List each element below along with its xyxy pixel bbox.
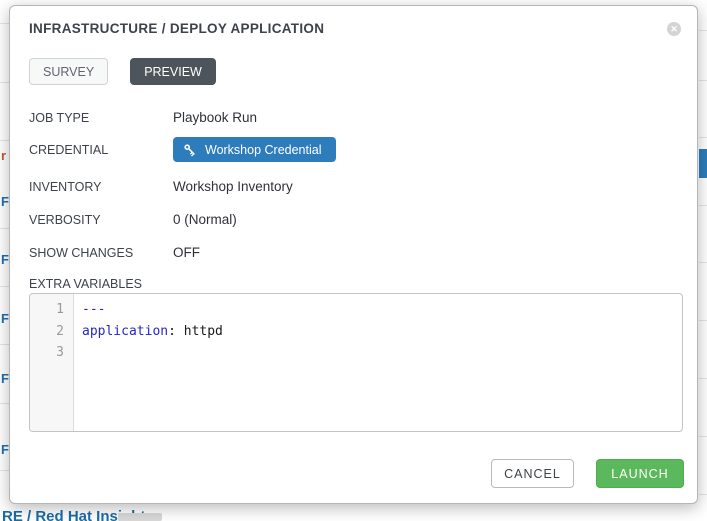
job-type-label: JOB TYPE — [29, 111, 173, 125]
line-number: 2 — [30, 321, 73, 343]
line-number: 1 — [30, 299, 73, 321]
credential-badge[interactable]: Workshop Credential — [173, 137, 336, 162]
credential-label: CREDENTIAL — [29, 143, 173, 157]
editor-line-number-gutter: 1 2 3 — [30, 294, 74, 431]
key-icon — [183, 143, 197, 157]
code-line — [82, 342, 682, 364]
background-text-fragment: F — [1, 442, 9, 457]
background-text-fragment: F — [1, 252, 9, 267]
background-text-fragment: F — [1, 311, 9, 326]
field-row-verbosity: VERBOSITY 0 (Normal) — [29, 212, 678, 227]
tab-survey[interactable]: SURVEY — [29, 58, 108, 85]
inventory-value: Workshop Inventory — [173, 179, 293, 194]
show-changes-value: OFF — [173, 245, 200, 260]
field-row-credential: CREDENTIAL Workshop Credential — [29, 137, 678, 162]
yaml-doc-start-token: --- — [82, 302, 105, 317]
deploy-application-modal: INFRASTRUCTURE / DEPLOY APPLICATION ✕ SU… — [9, 5, 698, 504]
code-line: application: httpd — [82, 321, 682, 343]
modal-title: INFRASTRUCTURE / DEPLOY APPLICATION — [29, 21, 324, 36]
verbosity-label: VERBOSITY — [29, 213, 173, 227]
background-text-fragment: r — [1, 148, 6, 163]
cancel-button[interactable]: CANCEL — [491, 459, 574, 488]
field-row-inventory: INVENTORY Workshop Inventory — [29, 179, 678, 194]
launch-button[interactable]: LAUNCH — [596, 459, 684, 488]
verbosity-value: 0 (Normal) — [173, 212, 237, 227]
credential-badge-label: Workshop Credential — [205, 143, 322, 157]
code-line: --- — [82, 299, 682, 321]
field-row-job-type: JOB TYPE Playbook Run — [29, 110, 678, 125]
yaml-key-token: application — [82, 324, 168, 339]
background-right-edge — [699, 0, 707, 521]
background-blue-element — [699, 149, 707, 178]
line-number: 3 — [30, 342, 73, 364]
extra-variables-label: EXTRA VARIABLES — [29, 277, 142, 291]
editor-code-area[interactable]: --- application: httpd — [74, 294, 682, 431]
background-gray-fragment — [118, 513, 162, 521]
yaml-colon-token: : — [168, 324, 184, 339]
field-row-show-changes: SHOW CHANGES OFF — [29, 245, 678, 260]
show-changes-label: SHOW CHANGES — [29, 246, 173, 260]
background-bottom-edge: RE / Red Hat Insights — [0, 505, 707, 521]
job-type-value: Playbook Run — [173, 110, 257, 125]
close-icon[interactable]: ✕ — [667, 22, 681, 36]
background-text-fragment: F — [1, 371, 9, 386]
background-text-fragment: F — [1, 194, 9, 209]
inventory-label: INVENTORY — [29, 180, 173, 194]
extra-variables-editor: 1 2 3 --- application: httpd — [29, 293, 683, 432]
tab-preview[interactable]: PREVIEW — [130, 58, 216, 85]
yaml-value-token: httpd — [184, 324, 223, 339]
tab-bar: SURVEY PREVIEW — [29, 58, 216, 85]
background-left-edge: r F F F F F — [0, 0, 9, 521]
